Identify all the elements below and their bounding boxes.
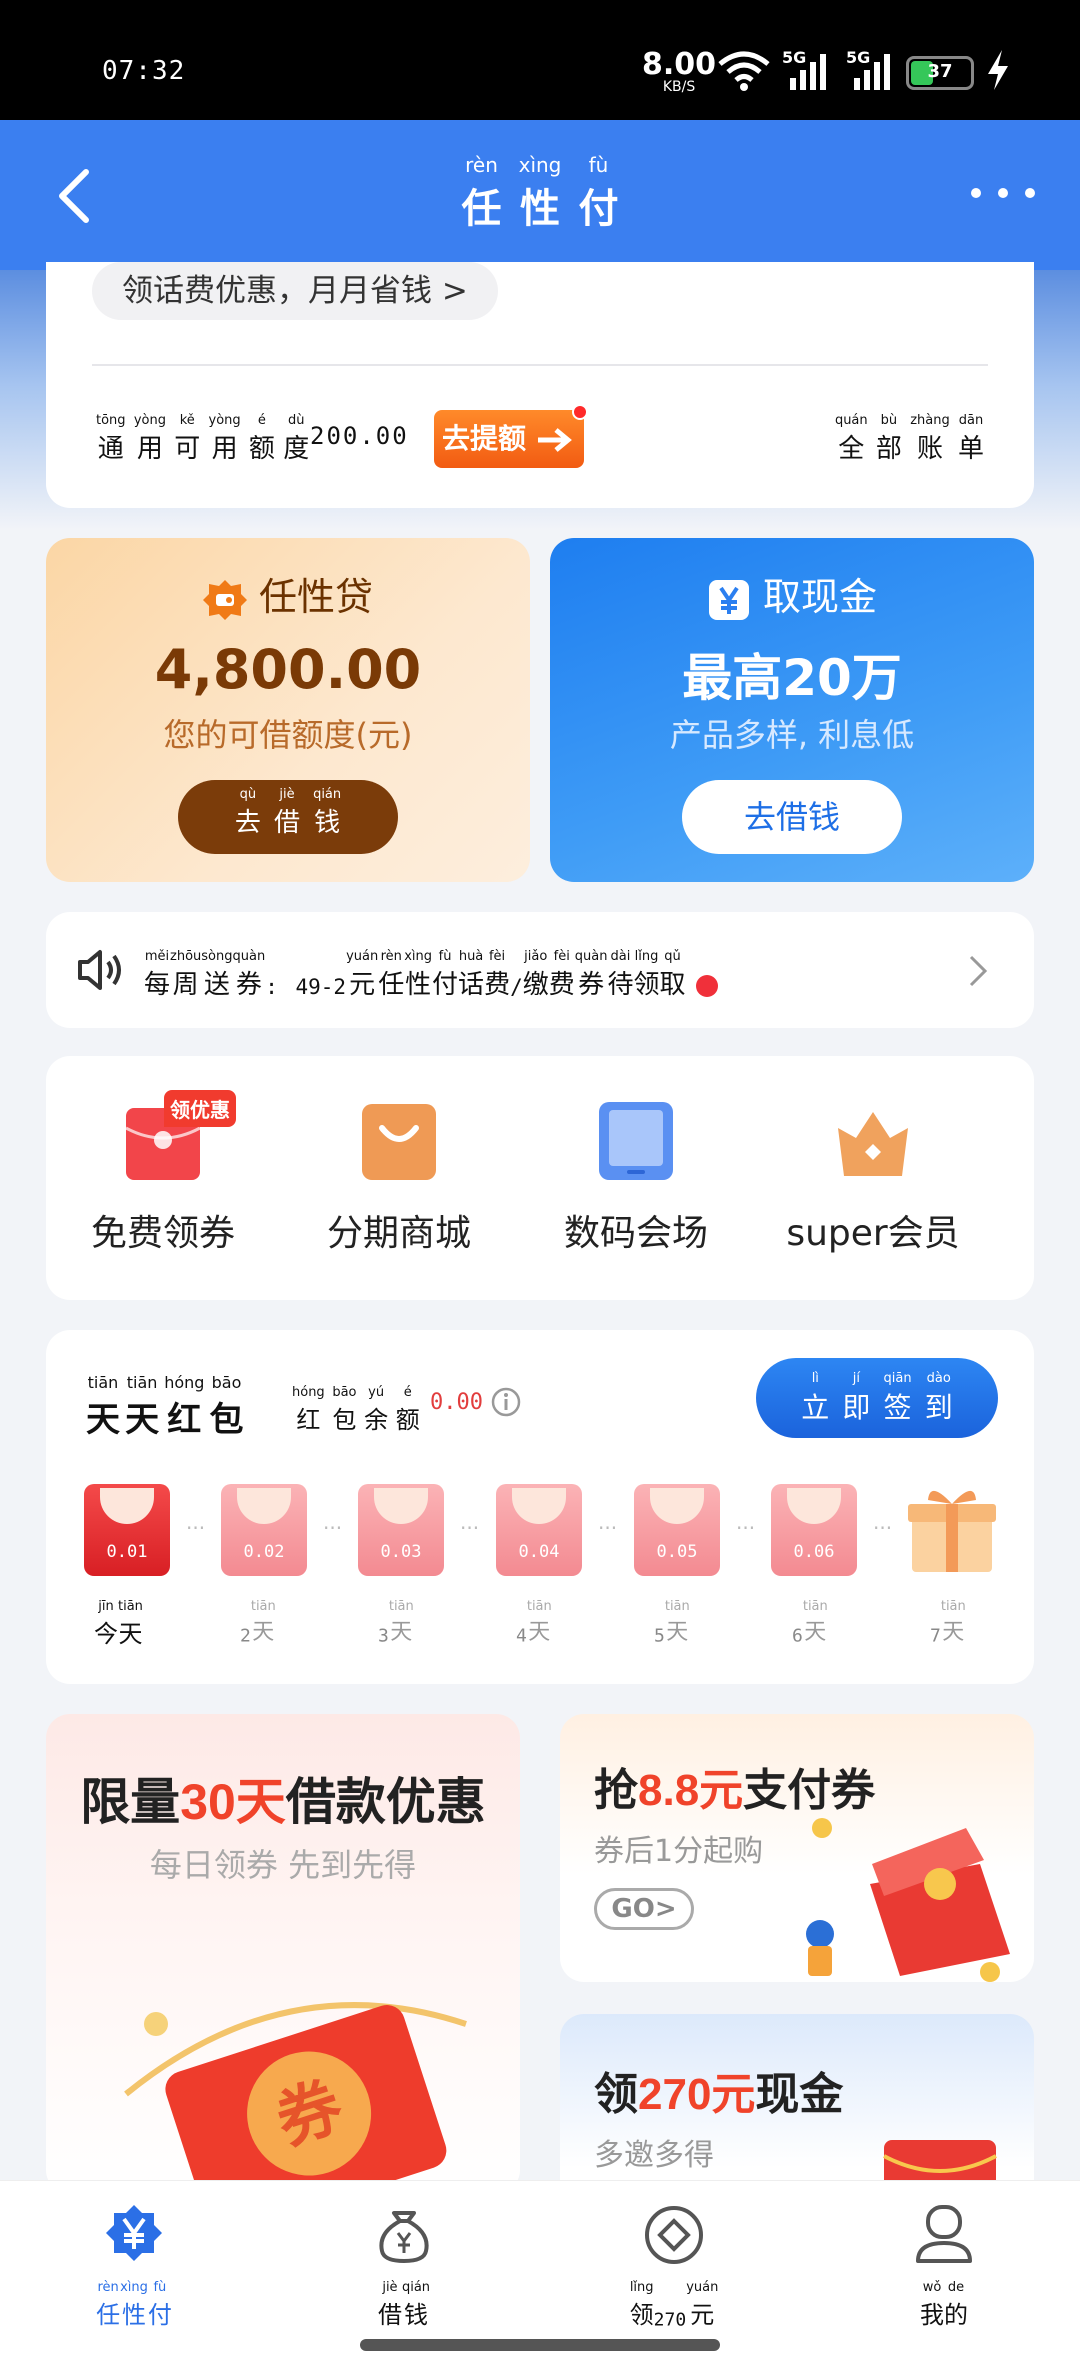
tab-home[interactable]: rèn 任 xìng 性 fù 付 [54, 2203, 214, 2330]
all-bills-link[interactable]: quán 全 bù 部 zhàng 账 dān 单 [835, 413, 984, 465]
red-packet-day-6[interactable]: 0.06 [771, 1484, 857, 1576]
bottom-navigation: rèn 任 xìng 性 fù 付 jiè 借 qián 钱 lǐng 领 270 yuán 元 wǒ 我… [0, 2180, 1080, 2373]
status-bar: 07:32 8.00 KB/S 5G 5G 37 [0, 0, 1080, 120]
red-envelope-icon: 领优惠 [124, 1090, 236, 1182]
grid-item-free-coupon[interactable]: 领优惠 免费领券 [63, 1090, 263, 1256]
gift-box-illustration [806, 1818, 1010, 1982]
balance-label: hóng 红 bāo 包 yú 余 é额 [292, 1385, 420, 1435]
day-label-today: jīn 今 tiān 天 [94, 1599, 143, 1649]
status-time: 07:32 [102, 56, 186, 86]
payment-coupon-promo[interactable]: 抢8.8元支付券 券后1分起购 GO> [560, 1714, 1034, 1982]
daily-red-packet-panel: tiān 天 tiān 天 hóng 红 bāo 包 hóng 红 bāo 包 yú 余 é额… [46, 1330, 1034, 1684]
promo-title: 限量30天借款优惠 [80, 1774, 486, 1830]
red-packet-day-2[interactable]: 0.02 [221, 1484, 307, 1576]
credit-card-panel: 领话费优惠，月月省钱 > tōng 通 yòng 用 kě 可 yòng 用 é额 dù… [46, 262, 1034, 508]
red-packet-day-1[interactable]: 0.01 [84, 1484, 170, 1576]
daily-red-packet-title: tiān 天 tiān 天 hóng 红 bāo 包 [86, 1373, 244, 1440]
battery-icon: 37 [906, 56, 974, 90]
grid-item-super-member[interactable]: super会员 [773, 1098, 973, 1256]
notification-dot [695, 975, 718, 998]
yuan-badge-icon [106, 2205, 162, 2261]
money-bag-icon [379, 2211, 429, 2264]
day-label: 4 tiān 天 [516, 1599, 552, 1647]
tab-label: wǒ 我 de 的 [920, 2280, 968, 2330]
notice-text: měi 每 zhōu 周 sòng 送 quàn 券: 49-2 yuán 元 rèn 任 xìng 性 f… [144, 949, 718, 1001]
tab-label: lǐng 领 270 yuán 元 [629, 2280, 719, 2331]
wifi-icon [718, 51, 770, 91]
cash-caption: 产品多样, 利息低 [669, 716, 915, 754]
promo-subtitle: 券后1分起购 [594, 1834, 764, 1869]
network-speed: 8.00 KB/S [642, 47, 717, 95]
crown-icon [834, 1098, 912, 1182]
tab-label: jiè 借 qián 钱 [377, 2280, 431, 2330]
home-indicator [360, 2339, 720, 2351]
speaker-icon [78, 950, 121, 990]
yuan-card-icon [708, 579, 749, 620]
app-header: rèn 任 xìng 性 fù 付 [0, 120, 1080, 270]
go-button[interactable]: GO> [594, 1888, 694, 1930]
red-packet-day-3[interactable]: 0.03 [358, 1484, 444, 1576]
gift-box-icon[interactable] [906, 1480, 998, 1576]
cash-product-title: 取现金 [550, 566, 1034, 622]
available-credit-value: 200.00 [310, 422, 409, 450]
loan-product-card[interactable]: 任性贷 4,800.00 您的可借额度(元) qù 去 jiè 借 qián 钱 [46, 538, 530, 882]
grid-item-installment-mall[interactable]: 分期商城 [299, 1098, 499, 1256]
promo-subtitle: 每日领券 先到先得 [149, 1846, 417, 1884]
info-icon[interactable] [490, 1386, 522, 1418]
shopping-bag-icon [360, 1098, 438, 1182]
profile-icon [916, 2205, 972, 2263]
page-title: rèn 任 xìng 性 fù 付 [461, 153, 619, 232]
tab-borrow[interactable]: jiè 借 qián 钱 [324, 2203, 484, 2330]
arrow-right-icon [537, 428, 572, 452]
phone-bill-promo-pill[interactable]: 领话费优惠，月月省钱 > [92, 262, 498, 320]
go-borrow-button[interactable]: qù 去 jiè 借 qián 钱 [178, 780, 398, 854]
promo-subtitle: 多邀多得 [594, 2138, 714, 2173]
day-label: 7 tiān 天 [930, 1599, 966, 1647]
quick-entry-grid: 领优惠 免费领券 分期商城 数码会场 super会员 [46, 1056, 1034, 1300]
red-packet-day-5[interactable]: 0.05 [634, 1484, 720, 1576]
coupon-illustration: 券 [124, 2002, 467, 2194]
day-label: 5 tiān 天 [654, 1599, 690, 1647]
notification-dot [572, 404, 588, 420]
chevron-right-icon [969, 955, 988, 987]
go-borrow-cash-button[interactable]: 去借钱 [682, 780, 902, 854]
raise-limit-button[interactable]: 去提额 [434, 404, 588, 468]
day-label: 2 tiān 天 [240, 1599, 276, 1647]
signal-icon: 5G [846, 48, 896, 92]
day-label: 3 tiān 天 [378, 1599, 414, 1647]
diamond-circle-icon [645, 2206, 703, 2264]
available-credit-label: tōng 通 yòng 用 kě 可 yòng 用 é额 dù 度 [96, 413, 310, 465]
red-packet-day-4[interactable]: 0.04 [496, 1484, 582, 1576]
loan-limit-amount: 4,800.00 [154, 638, 422, 701]
divider [92, 364, 988, 366]
cash-headline: 最高20万 [682, 649, 902, 707]
weekly-coupon-notice[interactable]: měi 每 zhōu 周 sòng 送 quàn 券: 49-2 yuán 元 rèn 任 xìng 性 f… [46, 912, 1034, 1028]
charging-icon [988, 50, 1008, 90]
tab-mine[interactable]: wǒ 我 de 的 [864, 2203, 1024, 2330]
tablet-icon [597, 1098, 675, 1182]
cash-product-card[interactable]: 取现金 最高20万 产品多样, 利息低 去借钱 [550, 538, 1034, 882]
loan-discount-promo[interactable]: 限量30天借款优惠 每日领券 先到先得 券 [46, 1714, 520, 2194]
balance-value: 0.00 [430, 1390, 483, 1415]
sign-in-button[interactable]: lì 立 jí 即 qiān 签 dào 到 [756, 1358, 998, 1438]
tab-claim-270[interactable]: lǐng 领 270 yuán 元 [594, 2203, 754, 2330]
grid-item-digital-hall[interactable]: 数码会场 [536, 1098, 736, 1256]
signal-icon: 5G [782, 48, 832, 92]
loan-product-title: 任性贷 [46, 566, 530, 622]
loan-limit-caption: 您的可借额度(元) [163, 716, 413, 754]
loan-flower-icon [202, 579, 247, 620]
more-menu-icon[interactable] [968, 178, 1038, 208]
day-label: 6 tiān 天 [792, 1599, 828, 1647]
discount-badge: 领优惠 [164, 1090, 236, 1127]
tab-label: rèn 任 xìng 性 fù 付 [96, 2280, 172, 2330]
promo-title: 领270元现金 [594, 2070, 844, 2119]
